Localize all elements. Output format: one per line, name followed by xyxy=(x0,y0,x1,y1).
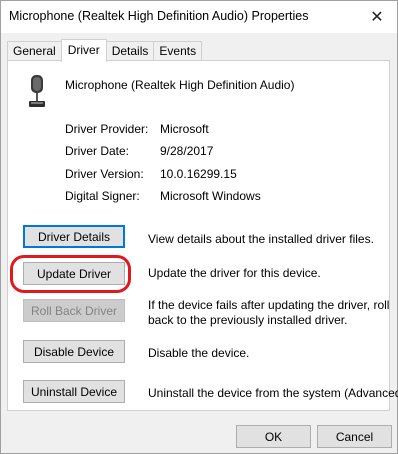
digital-signer-value: Microsoft Windows xyxy=(160,189,261,203)
roll-back-driver-button[interactable]: Roll Back Driver xyxy=(23,299,125,322)
disable-device-description: Disable the device. xyxy=(148,346,250,360)
driver-date-value: 9/28/2017 xyxy=(160,144,214,158)
tab-general[interactable]: General xyxy=(7,41,62,61)
driver-date-label: Driver Date: xyxy=(65,144,130,158)
driver-version-value: 10.0.16299.15 xyxy=(160,167,237,181)
close-button[interactable]: ✕ xyxy=(357,1,397,33)
device-name: Microphone (Realtek High Definition Audi… xyxy=(65,78,295,92)
update-driver-description: Update the driver for this device. xyxy=(148,266,321,280)
tab-driver[interactable]: Driver xyxy=(60,39,107,62)
driver-tab-panel: Microphone (Realtek High Definition Audi… xyxy=(7,60,398,411)
properties-dialog: Microphone (Realtek High Definition Audi… xyxy=(0,0,398,454)
roll-back-description-line2: back to the previously installed driver. xyxy=(148,313,348,327)
tab-strip: General Driver Details Events xyxy=(7,39,203,62)
ok-button[interactable]: OK xyxy=(236,425,311,448)
cancel-button[interactable]: Cancel xyxy=(317,425,392,448)
uninstall-device-description: Uninstall the device from the system (Ad… xyxy=(148,386,398,400)
microphone-icon xyxy=(29,75,45,107)
uninstall-device-button[interactable]: Uninstall Device xyxy=(23,380,125,403)
roll-back-description-line1: If the device fails after updating the d… xyxy=(148,298,390,312)
tab-details[interactable]: Details xyxy=(105,41,155,61)
update-driver-button[interactable]: Update Driver xyxy=(23,262,125,285)
driver-provider-label: Driver Provider: xyxy=(65,122,149,136)
window-title: Microphone (Realtek High Definition Audi… xyxy=(9,9,309,23)
disable-device-button[interactable]: Disable Device xyxy=(23,340,125,363)
driver-provider-value: Microsoft xyxy=(160,122,209,136)
title-bar: Microphone (Realtek High Definition Audi… xyxy=(1,1,397,33)
driver-version-label: Driver Version: xyxy=(65,167,144,181)
digital-signer-label: Digital Signer: xyxy=(65,189,140,203)
tab-events[interactable]: Events xyxy=(153,41,203,61)
driver-details-description: View details about the installed driver … xyxy=(148,232,374,246)
close-icon: ✕ xyxy=(370,9,384,26)
driver-details-button[interactable]: Driver Details xyxy=(23,225,125,248)
